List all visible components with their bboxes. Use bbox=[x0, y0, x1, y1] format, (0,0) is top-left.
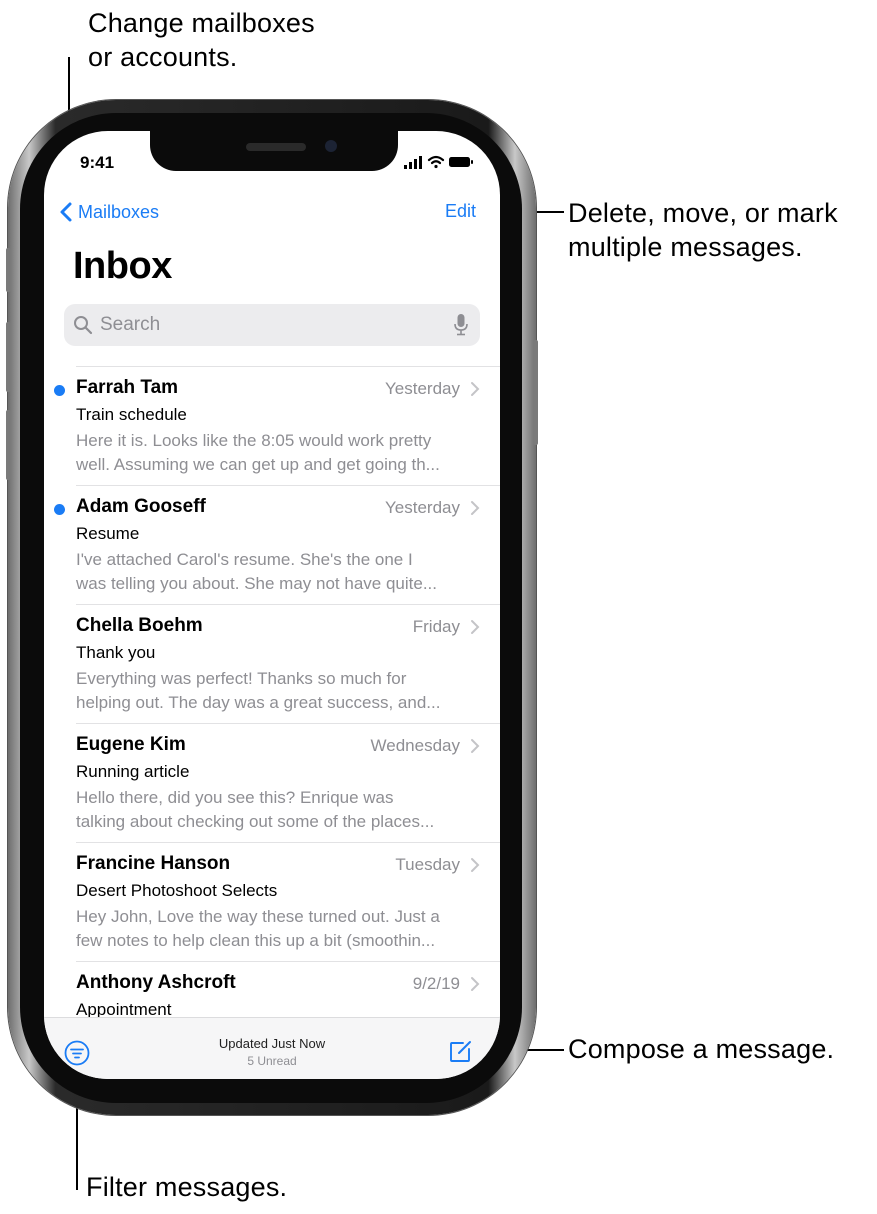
message-preview-line1: Everything was perfect! Thanks so much f… bbox=[76, 669, 407, 688]
unread-count: 5 Unread bbox=[247, 1054, 297, 1068]
speaker bbox=[246, 143, 306, 151]
callout-compose: Compose a message. bbox=[568, 1034, 835, 1064]
side-button-volume-up bbox=[6, 322, 11, 392]
message-preview-line2: helping out. The day was a great success… bbox=[76, 693, 441, 712]
callout-mailboxes: Change mailboxes or accounts. bbox=[88, 6, 315, 74]
callout-mailboxes-line2: or accounts. bbox=[88, 42, 238, 72]
chevron-right-icon bbox=[471, 382, 480, 396]
message-sender: Adam Gooseff bbox=[76, 496, 206, 517]
message-sender: Francine Hanson bbox=[76, 853, 231, 874]
search-icon bbox=[74, 316, 93, 335]
compose-icon[interactable] bbox=[448, 1038, 474, 1064]
message-date: Tuesday bbox=[395, 855, 460, 874]
message-preview: Everything was perfect! Thanks so much f… bbox=[76, 667, 480, 715]
chevron-right-icon bbox=[471, 977, 480, 991]
message-list: Farrah Tam Yesterday Train schedule Here… bbox=[44, 366, 500, 1079]
unread-dot bbox=[54, 504, 65, 515]
mailboxes-back-label: Mailboxes bbox=[78, 201, 160, 222]
battery-icon bbox=[449, 157, 473, 167]
page-title: Inbox bbox=[73, 245, 172, 287]
callout-edit-line1: Delete, move, or mark bbox=[568, 198, 838, 228]
callout-edit-line2: multiple messages. bbox=[568, 232, 803, 262]
camera bbox=[325, 140, 337, 152]
callout-edit: Delete, move, or mark multiple messages. bbox=[568, 196, 838, 264]
message-preview-line1: I've attached Carol's resume. She's the … bbox=[76, 550, 413, 569]
chevron-right-icon bbox=[471, 858, 480, 872]
message-sender: Anthony Ashcroft bbox=[76, 972, 236, 993]
mailboxes-back-button[interactable]: Mailboxes bbox=[56, 201, 159, 223]
message-preview-line1: Hey John, Love the way these turned out.… bbox=[76, 907, 440, 926]
message-subject: Running article bbox=[76, 762, 190, 781]
message-preview-line2: talking about checking out some of the p… bbox=[76, 812, 435, 831]
chevron-right-icon bbox=[471, 501, 480, 515]
search-placeholder: Search bbox=[100, 314, 161, 335]
edit-button[interactable]: Edit bbox=[445, 201, 476, 222]
message-preview-line2: few notes to help clean this up a bit (s… bbox=[76, 931, 436, 950]
microphone-icon[interactable] bbox=[454, 314, 468, 336]
unread-dot bbox=[54, 385, 65, 396]
message-preview-line1: Here it is. Looks like the 8:05 would wo… bbox=[76, 431, 432, 450]
message-preview: I've attached Carol's resume. She's the … bbox=[76, 548, 480, 596]
message-subject: Resume bbox=[76, 524, 140, 543]
message-sender: Eugene Kim bbox=[76, 734, 186, 755]
message-date: 9/2/19 bbox=[412, 974, 460, 993]
message-preview-line2: was telling you about. She may not have … bbox=[76, 574, 438, 593]
chevron-right-icon bbox=[471, 620, 480, 634]
message-sender: Chella Boehm bbox=[76, 615, 203, 636]
side-button-power bbox=[533, 340, 538, 445]
callout-mailboxes-line1: Change mailboxes bbox=[88, 8, 315, 38]
screen: 9:41 Mailboxes Edit Inbox Search Farrah … bbox=[44, 131, 500, 1079]
message-row[interactable]: Farrah Tam Yesterday Train schedule Here… bbox=[54, 366, 500, 485]
message-row[interactable]: Eugene Kim Wednesday Running article Hel… bbox=[76, 723, 500, 842]
message-preview: Hey John, Love the way these turned out.… bbox=[76, 905, 480, 953]
chevron-right-icon bbox=[471, 739, 480, 753]
message-row[interactable]: Chella Boehm Friday Thank you Everything… bbox=[76, 604, 500, 723]
message-date: Friday bbox=[412, 617, 460, 636]
message-preview-line1: Hello there, did you see this? Enrique w… bbox=[76, 788, 394, 807]
message-subject: Desert Photoshoot Selects bbox=[76, 881, 278, 900]
status-time: 9:41 bbox=[80, 153, 115, 172]
message-row[interactable]: Adam Gooseff Yesterday Resume I've attac… bbox=[54, 485, 500, 604]
bottom-toolbar: Updated Just Now 5 Unread bbox=[44, 1017, 500, 1079]
message-preview: Hello there, did you see this? Enrique w… bbox=[76, 786, 480, 834]
notch bbox=[150, 131, 398, 171]
message-date: Wednesday bbox=[370, 736, 460, 755]
message-subject: Train schedule bbox=[76, 405, 187, 424]
mailbox-status: Updated Just Now bbox=[218, 1036, 326, 1051]
side-button-volume-down bbox=[6, 410, 11, 480]
message-row[interactable]: Francine Hanson Tuesday Desert Photoshoo… bbox=[76, 842, 500, 961]
wifi-icon bbox=[427, 155, 445, 169]
message-subject: Thank you bbox=[76, 643, 156, 662]
message-date: Yesterday bbox=[385, 379, 460, 398]
message-date: Yesterday bbox=[385, 498, 460, 517]
chevron-left-icon bbox=[60, 202, 72, 222]
message-sender: Farrah Tam bbox=[76, 377, 179, 398]
message-preview: Here it is. Looks like the 8:05 would wo… bbox=[76, 429, 480, 477]
status-icons bbox=[404, 155, 473, 169]
search-field[interactable]: Search bbox=[64, 304, 480, 346]
message-preview-line2: well. Assuming we can get up and get goi… bbox=[76, 455, 440, 474]
signal-icon bbox=[404, 156, 422, 169]
side-button-mute bbox=[6, 248, 11, 292]
callout-filter: Filter messages. bbox=[86, 1172, 288, 1202]
